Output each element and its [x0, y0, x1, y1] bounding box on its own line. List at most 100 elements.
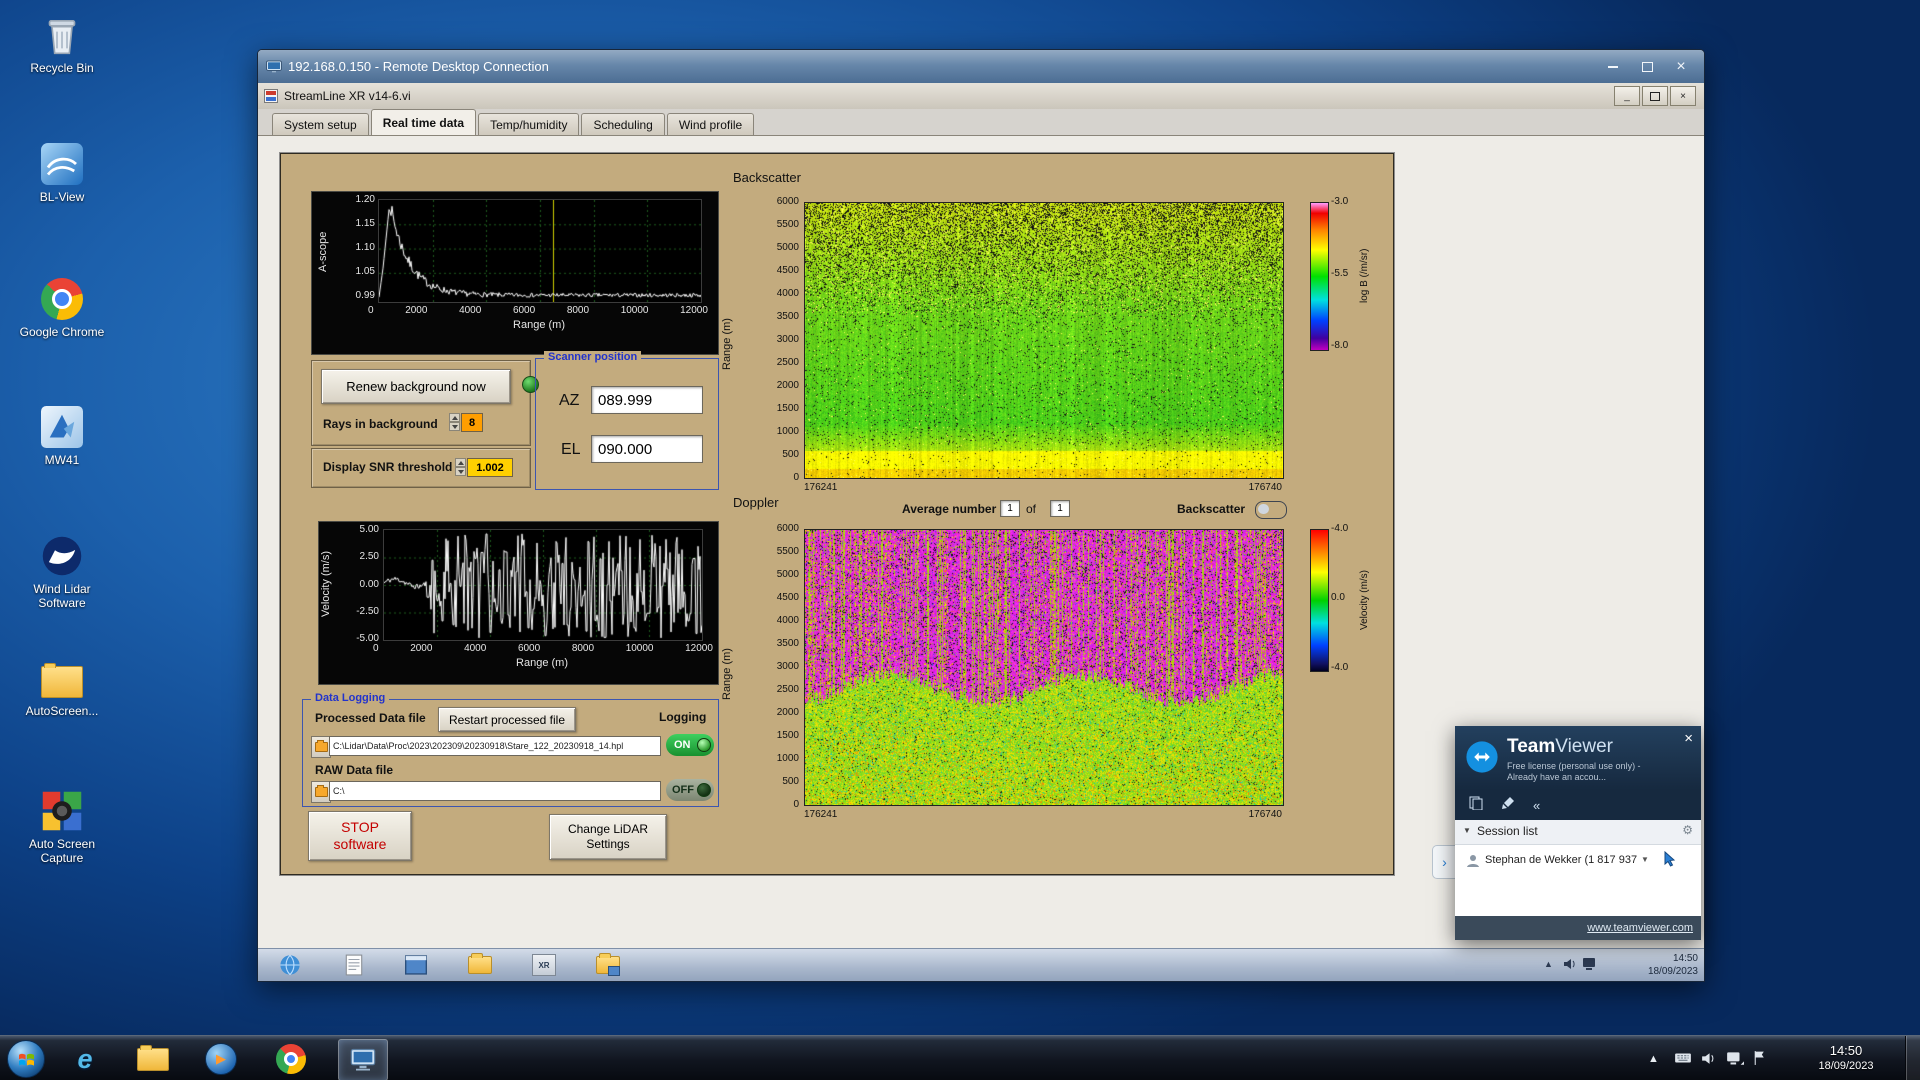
- tick-label: 8000: [566, 305, 590, 316]
- tick-label: 3000: [776, 334, 799, 345]
- rdp-title-bar[interactable]: 192.168.0.150 - Remote Desktop Connectio…: [258, 50, 1704, 83]
- tab-system-setup[interactable]: System setup: [272, 113, 369, 135]
- remote-taskbar-app-icon[interactable]: [403, 952, 429, 978]
- connect-cursor-icon[interactable]: [1661, 850, 1677, 872]
- remote-taskbar-browser-icon[interactable]: [277, 952, 303, 978]
- remote-taskbar-notepad-icon[interactable]: [341, 952, 367, 978]
- tick-label: 0.00: [359, 578, 379, 590]
- recycle-bin-icon: [39, 12, 85, 58]
- tab-scheduling[interactable]: Scheduling: [581, 113, 665, 135]
- contact-dropdown-icon[interactable]: ▼: [1641, 855, 1649, 864]
- processed-logging-toggle[interactable]: ON: [666, 734, 714, 756]
- desktop-icon-recycle-bin[interactable]: Recycle Bin: [14, 12, 110, 75]
- rdp-minimize-button[interactable]: [1596, 57, 1630, 76]
- raw-logging-toggle[interactable]: OFF: [666, 779, 714, 801]
- renew-background-button[interactable]: Renew background now: [321, 369, 511, 404]
- teamviewer-side-tab[interactable]: ›: [1432, 845, 1456, 879]
- el-value[interactable]: 090.000: [591, 435, 703, 463]
- taskbar-clock[interactable]: 14:50 18/09/2023: [1800, 1042, 1892, 1073]
- snr-spinner[interactable]: [455, 458, 466, 476]
- remote-tray-speaker-icon[interactable]: [1562, 956, 1578, 977]
- ascope-x-axis-label: Range (m): [513, 319, 565, 331]
- teamviewer-website-link[interactable]: www.teamviewer.com: [1587, 922, 1693, 934]
- session-list-row[interactable]: ▼ Session list ⚙: [1455, 820, 1701, 845]
- folder-icon: [314, 740, 328, 752]
- raw-file-browse-button[interactable]: [311, 781, 331, 803]
- taskbar-media-player-icon[interactable]: ▶: [200, 1039, 242, 1079]
- taskbar-rdp-icon[interactable]: [338, 1039, 388, 1080]
- change-button-line1: Change LiDAR: [567, 822, 649, 836]
- tab-temp-humidity[interactable]: Temp/humidity: [478, 113, 580, 135]
- teamviewer-close-icon[interactable]: ×: [1684, 730, 1693, 747]
- desktop-icon-auto-screen-capture[interactable]: Auto Screen Capture: [14, 788, 110, 865]
- taskbar-ie-icon[interactable]: e: [64, 1039, 106, 1079]
- desktop-icon-label: AutoScreen...: [25, 704, 99, 718]
- change-lidar-settings-button[interactable]: Change LiDAR Settings: [549, 814, 667, 860]
- backscatter-heatmap-canvas: [804, 202, 1284, 479]
- az-value[interactable]: 089.999: [591, 386, 703, 414]
- logging-label: Logging: [659, 710, 707, 724]
- labview-restore-button[interactable]: [1642, 86, 1668, 106]
- clipboard-icon[interactable]: [1469, 796, 1483, 815]
- tab-real-time-data[interactable]: Real time data: [370, 109, 477, 135]
- tick-label: 1000: [776, 426, 799, 437]
- folder-icon: [39, 655, 85, 701]
- gear-icon[interactable]: ⚙: [1682, 823, 1693, 837]
- restart-processed-file-button[interactable]: Restart processed file: [438, 707, 576, 732]
- average-total-value[interactable]: 1: [1050, 500, 1070, 517]
- snr-value[interactable]: 1.002: [467, 458, 513, 477]
- rays-value[interactable]: 8: [461, 413, 483, 432]
- desktop-icon-wind-lidar[interactable]: Wind Lidar Software: [14, 533, 110, 610]
- backscatter-display-toggle[interactable]: [1255, 501, 1287, 519]
- tray-show-hidden-icons[interactable]: ▲: [1648, 1053, 1659, 1065]
- desktop-icon-bl-view[interactable]: BL-View: [14, 141, 110, 204]
- doppler-range-axis-label: Range (m): [721, 648, 733, 700]
- rays-spinner[interactable]: [449, 413, 460, 431]
- show-desktop-button[interactable]: [1905, 1036, 1920, 1080]
- tray-flag-icon[interactable]: [1752, 1050, 1767, 1071]
- remote-tray-up-icon[interactable]: ▲: [1544, 959, 1553, 969]
- desktop-icon-label: Wind Lidar Software: [33, 582, 91, 610]
- tray-keyboard-icon[interactable]: [1674, 1051, 1692, 1070]
- brush-icon[interactable]: [1501, 796, 1515, 815]
- session-contact-row[interactable]: Stephan de Wekker (1 817 937 ▼: [1455, 846, 1701, 876]
- scanner-position-group: Scanner position AZ 089.999 EL 090.000: [535, 351, 719, 490]
- average-number-value[interactable]: 1: [1000, 500, 1020, 517]
- labview-close-button[interactable]: ×: [1670, 86, 1696, 106]
- desktop-icon-label: BL-View: [39, 190, 85, 204]
- ascope-x-ticks: 0 2000 4000 6000 8000 10000 12000: [368, 305, 708, 316]
- tray-network-icon[interactable]: [1726, 1051, 1744, 1071]
- windows-orb-icon: [7, 1040, 45, 1078]
- xr-icon-label: XR: [532, 954, 556, 976]
- processed-file-path-field[interactable]: C:\Lidar\Data\Proc\2023\202309\20230918\…: [329, 736, 661, 756]
- remote-taskbar-explorer-icon[interactable]: [595, 952, 621, 978]
- remote-taskbar-xr-app-icon[interactable]: XR: [531, 952, 557, 978]
- teamviewer-license-text: Free license (personal use only) - Alrea…: [1507, 761, 1641, 782]
- remote-time: 14:50: [1672, 953, 1698, 964]
- snr-threshold-group: Display SNR threshold 1.002: [311, 448, 531, 488]
- real-time-data-panel: A-scope 1.20 1.15 1.10 1.05 0.99 0 2000 4000 60…: [280, 153, 1394, 875]
- chrome-icon: [39, 276, 85, 322]
- collapse-icon[interactable]: «: [1533, 798, 1540, 813]
- tab-wind-profile[interactable]: Wind profile: [666, 113, 755, 135]
- labview-title-bar[interactable]: StreamLine XR v14-6.vi _ ×: [258, 83, 1704, 110]
- taskbar-chrome-icon[interactable]: [270, 1039, 312, 1079]
- rdp-maximize-button[interactable]: [1630, 57, 1664, 76]
- desktop-icon-google-chrome[interactable]: Google Chrome: [14, 276, 110, 339]
- tray-speaker-icon[interactable]: [1700, 1050, 1717, 1072]
- start-button[interactable]: [6, 1039, 46, 1079]
- remote-clock[interactable]: 14:50 18/09/2023: [1648, 952, 1698, 978]
- raw-file-path-field[interactable]: C:\: [329, 781, 661, 801]
- tick-label: 1500: [776, 730, 799, 741]
- remote-taskbar-folder-icon[interactable]: [467, 952, 493, 978]
- processed-file-browse-button[interactable]: [311, 736, 331, 758]
- desktop-icon-mw41[interactable]: MW41: [14, 404, 110, 467]
- stop-software-button[interactable]: STOP software: [308, 811, 412, 861]
- desktop-icon-autoscreen[interactable]: AutoScreen...: [14, 655, 110, 718]
- rdp-close-button[interactable]: ×: [1664, 57, 1698, 76]
- taskbar-explorer-icon[interactable]: [132, 1039, 174, 1079]
- remote-tray-display-icon[interactable]: [1582, 957, 1598, 976]
- labview-minimize-button[interactable]: _: [1614, 86, 1640, 106]
- velocity-plot-widget: Velocity (m/s) 5.00 2.50 0.00 -2.50 -5.00 02…: [318, 521, 719, 685]
- tick-label: 5000: [776, 569, 799, 580]
